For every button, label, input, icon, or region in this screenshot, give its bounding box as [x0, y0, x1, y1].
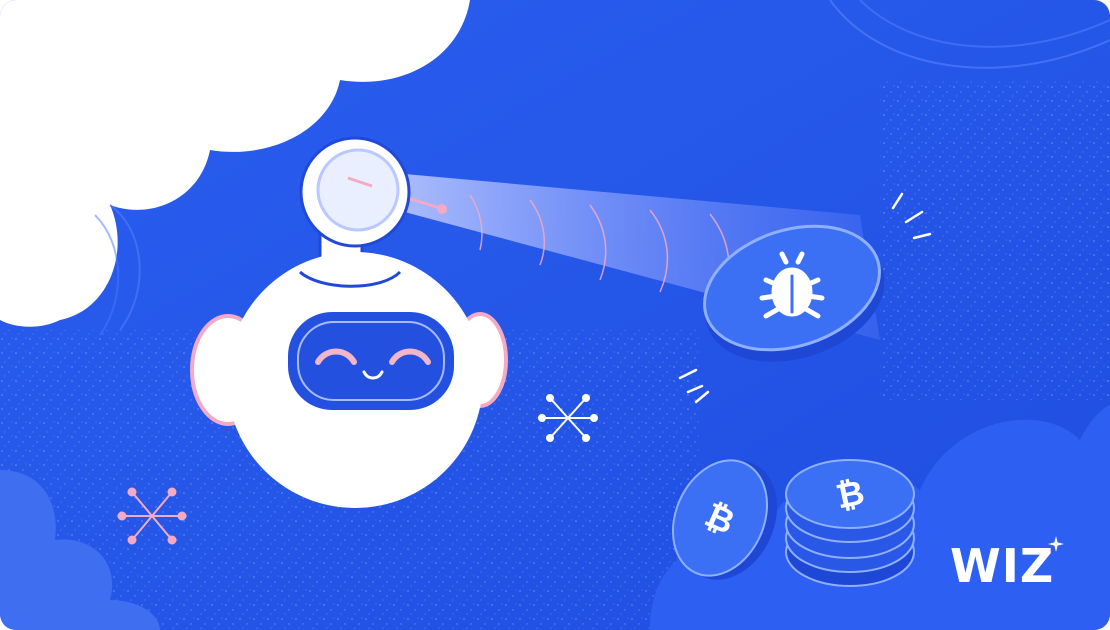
speckle-texture [880, 80, 1110, 400]
scan-dot [437, 204, 447, 214]
bitcoin-stack: ₿ [785, 459, 915, 587]
magnifier-icon [299, 136, 411, 248]
hero-illustration: ₿ ₿ WIZ [0, 0, 1110, 630]
wiz-logo: WIZ [950, 536, 1070, 596]
illustration-scene: ₿ ₿ [0, 0, 1110, 630]
sparkle-icon [1048, 536, 1064, 552]
logo-text: WIZ [950, 539, 1055, 593]
